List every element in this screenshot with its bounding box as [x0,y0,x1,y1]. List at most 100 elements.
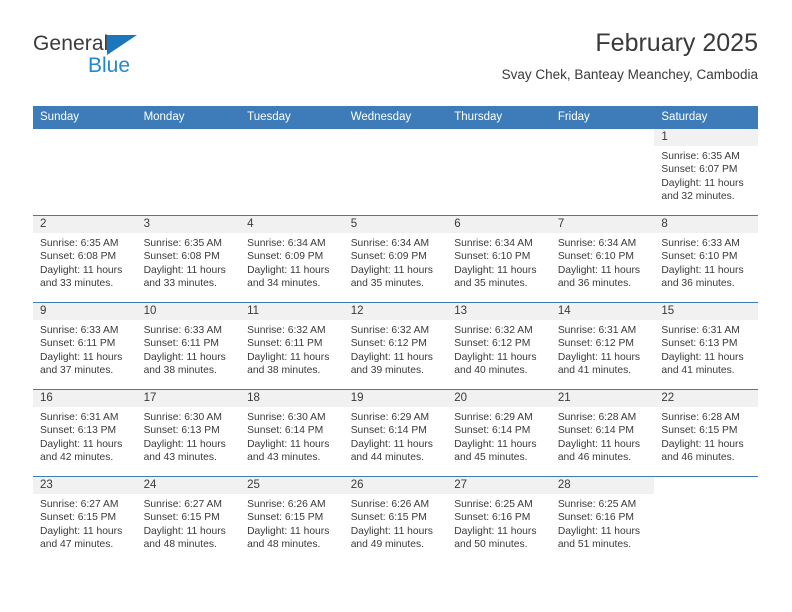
day-details: Sunrise: 6:33 AM Sunset: 6:11 PM Daylight:… [137,320,241,378]
sunset-text: Sunset: 6:14 PM [557,425,634,437]
calendar-day-cell[interactable]: 6 Sunrise: 6:34 AM Sunset: 6:10 PM Daylight… [447,215,551,303]
daylight-text: Daylight: 11 hours and 33 minutes. [40,264,123,290]
calendar-day-cell[interactable]: 8 Sunrise: 6:33 AM Sunset: 6:10 PM Daylight… [654,215,758,303]
daylight-text: Daylight: 11 hours and 41 minutes. [661,351,744,377]
sunrise-text: Sunrise: 6:26 AM [350,499,430,510]
daylight-text: Daylight: 11 hours and 35 minutes. [350,264,433,290]
calendar-week-row: 9 Sunrise: 6:33 AM Sunset: 6:11 PM Daylight… [33,302,758,390]
daylight-text: Daylight: 11 hours and 36 minutes. [661,264,744,290]
day-number: 23 [33,477,137,494]
weekday-header-row: Sunday Monday Tuesday Wednesday Thursday… [33,106,758,129]
calendar-day-cell[interactable]: 22 Sunrise: 6:28 AM Sunset: 6:15 PM Dayligh… [654,389,758,477]
sunset-text: Sunset: 6:08 PM [40,251,117,263]
weekday-header-sunday: Sunday [33,106,137,129]
sunrise-text: Sunrise: 6:34 AM [454,238,533,249]
day-number: 16 [33,390,137,407]
daylight-text: Daylight: 11 hours and 45 minutes. [454,438,537,464]
calendar-page: General Blue February 2025 Svay Chek, Ba… [0,0,792,612]
day-number: 28 [550,477,655,494]
calendar-day-cell[interactable]: 11 Sunrise: 6:32 AM Sunset: 6:11 PM Dayligh… [240,302,344,390]
day-number [240,129,344,146]
calendar-day-cell[interactable]: 9 Sunrise: 6:33 AM Sunset: 6:11 PM Daylight… [33,302,137,390]
sunset-text: Sunset: 6:13 PM [661,338,738,350]
daylight-text: Daylight: 11 hours and 38 minutes. [247,351,330,377]
calendar-day-cell[interactable]: 18 Sunrise: 6:30 AM Sunset: 6:14 PM Dayligh… [240,389,344,477]
day-details: Sunrise: 6:27 AM Sunset: 6:15 PM Daylight:… [33,494,137,552]
day-details: Sunrise: 6:34 AM Sunset: 6:10 PM Daylight:… [447,233,551,291]
weekday-header-tuesday: Tuesday [240,106,344,129]
sunset-text: Sunset: 6:12 PM [454,338,531,350]
calendar-body: 1 Sunrise: 6:35 AM Sunset: 6:07 PM Daylight… [33,129,758,563]
day-number: 25 [240,477,344,494]
calendar-day-cell[interactable]: 19 Sunrise: 6:29 AM Sunset: 6:14 PM Dayligh… [343,389,448,477]
weekday-header-monday: Monday [136,106,241,129]
day-number: 18 [240,390,344,407]
calendar-day-cell[interactable]: 23 Sunrise: 6:27 AM Sunset: 6:15 PM Dayligh… [33,476,137,563]
calendar-day-cell[interactable]: 2 Sunrise: 6:35 AM Sunset: 6:08 PM Daylight… [33,215,137,303]
page-header: General Blue February 2025 Svay Chek, Ba… [33,28,758,98]
sunrise-text: Sunrise: 6:31 AM [557,325,637,336]
calendar-day-cell[interactable]: 7 Sunrise: 6:34 AM Sunset: 6:10 PM Daylight… [550,215,655,303]
calendar-day-cell[interactable]: 13 Sunrise: 6:32 AM Sunset: 6:12 PM Dayligh… [447,302,551,390]
calendar-day-cell[interactable]: 27 Sunrise: 6:25 AM Sunset: 6:16 PM Dayligh… [447,476,551,563]
day-details: Sunrise: 6:32 AM Sunset: 6:12 PM Daylight:… [344,320,448,378]
sunrise-text: Sunrise: 6:25 AM [557,499,637,510]
sunrise-text: Sunrise: 6:28 AM [557,412,637,423]
calendar-day-cell[interactable]: 12 Sunrise: 6:32 AM Sunset: 6:12 PM Dayligh… [343,302,448,390]
day-number: 4 [240,216,344,233]
sunset-text: Sunset: 6:14 PM [350,425,427,437]
day-details: Sunrise: 6:33 AM Sunset: 6:10 PM Daylight:… [654,233,758,291]
sunset-text: Sunset: 6:14 PM [247,425,324,437]
day-number: 10 [136,303,241,320]
sunrise-text: Sunrise: 6:30 AM [247,412,326,423]
calendar-day-cell[interactable]: 25 Sunrise: 6:26 AM Sunset: 6:15 PM Dayligh… [240,476,344,563]
sunset-text: Sunset: 6:15 PM [661,425,738,437]
sunset-text: Sunset: 6:15 PM [247,512,324,524]
daylight-text: Daylight: 11 hours and 48 minutes. [143,525,226,551]
calendar-day-cell[interactable]: 20 Sunrise: 6:29 AM Sunset: 6:14 PM Dayligh… [447,389,551,477]
day-details: Sunrise: 6:32 AM Sunset: 6:12 PM Daylight:… [447,320,551,378]
weekday-header-friday: Friday [550,106,655,129]
calendar-day-cell[interactable]: 14 Sunrise: 6:31 AM Sunset: 6:12 PM Dayligh… [550,302,655,390]
day-details: Sunrise: 6:33 AM Sunset: 6:11 PM Daylight:… [33,320,137,378]
day-number: 1 [654,129,758,146]
daylight-text: Daylight: 11 hours and 38 minutes. [143,351,226,377]
weekday-header-wednesday: Wednesday [343,106,448,129]
calendar-day-cell[interactable]: 28 Sunrise: 6:25 AM Sunset: 6:16 PM Dayligh… [550,476,655,563]
sunset-text: Sunset: 6:08 PM [143,251,220,263]
calendar-day-cell[interactable]: 24 Sunrise: 6:27 AM Sunset: 6:15 PM Dayligh… [136,476,241,563]
calendar-day-cell[interactable]: 15 Sunrise: 6:31 AM Sunset: 6:13 PM Dayligh… [654,302,758,390]
calendar-day-cell-empty [343,129,448,216]
day-details: Sunrise: 6:27 AM Sunset: 6:15 PM Daylight:… [137,494,241,552]
sunset-text: Sunset: 6:10 PM [557,251,634,263]
daylight-text: Daylight: 11 hours and 35 minutes. [454,264,537,290]
calendar-day-cell[interactable]: 26 Sunrise: 6:26 AM Sunset: 6:15 PM Dayligh… [343,476,448,563]
sunset-text: Sunset: 6:13 PM [40,425,117,437]
calendar-day-cell[interactable]: 10 Sunrise: 6:33 AM Sunset: 6:11 PM Dayligh… [136,302,241,390]
daylight-text: Daylight: 11 hours and 50 minutes. [454,525,537,551]
calendar-day-cell-empty [654,476,758,563]
day-number [654,477,758,494]
daylight-text: Daylight: 11 hours and 42 minutes. [40,438,123,464]
calendar-day-cell[interactable]: 4 Sunrise: 6:34 AM Sunset: 6:09 PM Daylight… [240,215,344,303]
page-title: February 2025 [595,29,758,57]
calendar-day-cell[interactable]: 3 Sunrise: 6:35 AM Sunset: 6:08 PM Daylight… [136,215,241,303]
daylight-text: Daylight: 11 hours and 44 minutes. [350,438,433,464]
day-details: Sunrise: 6:34 AM Sunset: 6:09 PM Daylight:… [240,233,344,291]
daylight-text: Daylight: 11 hours and 34 minutes. [247,264,330,290]
day-details: Sunrise: 6:25 AM Sunset: 6:16 PM Daylight:… [551,494,655,552]
calendar-day-cell[interactable]: 16 Sunrise: 6:31 AM Sunset: 6:13 PM Dayligh… [33,389,137,477]
calendar-day-cell[interactable]: 1 Sunrise: 6:35 AM Sunset: 6:07 PM Daylight… [654,129,758,216]
day-number: 15 [654,303,758,320]
sunset-text: Sunset: 6:16 PM [454,512,531,524]
calendar-day-cell[interactable]: 5 Sunrise: 6:34 AM Sunset: 6:09 PM Daylight… [343,215,448,303]
sunrise-text: Sunrise: 6:34 AM [557,238,637,249]
day-number: 26 [343,477,448,494]
sunrise-text: Sunrise: 6:32 AM [350,325,430,336]
sunset-text: Sunset: 6:10 PM [661,251,738,263]
sunrise-text: Sunrise: 6:33 AM [661,238,740,249]
sunset-text: Sunset: 6:11 PM [40,338,116,350]
calendar-day-cell[interactable]: 17 Sunrise: 6:30 AM Sunset: 6:13 PM Dayligh… [136,389,241,477]
day-details: Sunrise: 6:31 AM Sunset: 6:13 PM Daylight:… [654,320,758,378]
calendar-day-cell[interactable]: 21 Sunrise: 6:28 AM Sunset: 6:14 PM Dayligh… [550,389,655,477]
